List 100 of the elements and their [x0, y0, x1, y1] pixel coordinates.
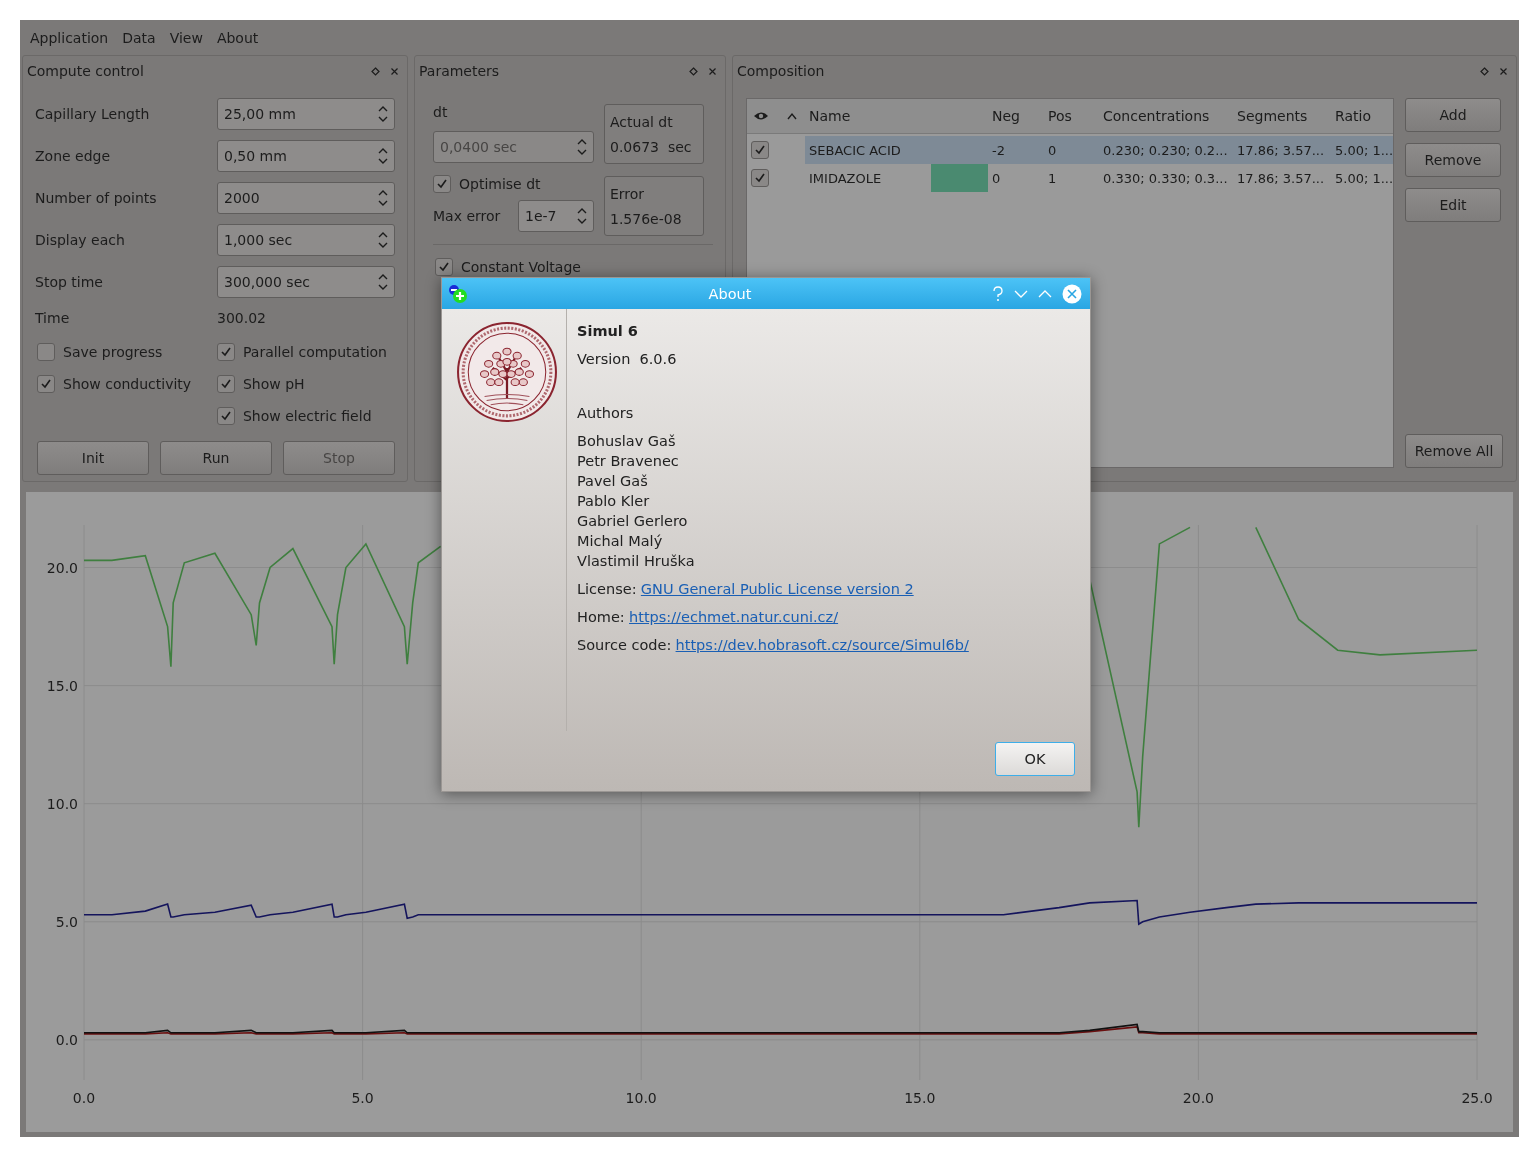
- close-icon[interactable]: [1062, 283, 1082, 304]
- column-header[interactable]: Pos: [1044, 108, 1099, 124]
- field-label: Display each: [35, 232, 126, 248]
- table-cell-text: 5.00; 1...: [1334, 142, 1394, 158]
- author-name: Bohuslav Gaš: [577, 433, 676, 449]
- push-button[interactable]: Remove All: [1405, 434, 1503, 468]
- author-name: Pavel Gaš: [577, 473, 648, 489]
- float-icon[interactable]: [689, 66, 698, 76]
- field-label: Zone edge: [35, 148, 112, 164]
- checkbox[interactable]: Show electric field: [217, 400, 372, 432]
- panel-title: Parameters: [419, 63, 501, 79]
- link[interactable]: https://dev.hobrasoft.cz/source/Simul6b/: [675, 637, 969, 653]
- spin-arrows-icon[interactable]: [378, 105, 388, 123]
- axis-tick-label: 15.0: [904, 1090, 936, 1106]
- table-row[interactable]: SEBACIC ACID -2 0 0.230; 0.230; 0.2... 17.86; 3.57... 5.00; 1...: [805, 136, 1394, 164]
- spin-field[interactable]: 1,000 sec: [217, 224, 395, 256]
- float-icon[interactable]: [1480, 66, 1489, 76]
- column-header[interactable]: Neg: [988, 108, 1044, 124]
- axis-tick-label: 0.0: [72, 1090, 96, 1106]
- app-icon: [448, 283, 468, 304]
- ok-button[interactable]: OK: [995, 742, 1075, 776]
- axis-tick-label: 20.0: [46, 559, 78, 576]
- axis-tick-label: 15.0: [46, 677, 78, 694]
- column-header[interactable]: Concentrations: [1099, 108, 1233, 124]
- help-icon[interactable]: [992, 285, 1004, 302]
- close-icon[interactable]: [1499, 66, 1508, 76]
- version-text: Version 6.0.6: [577, 351, 677, 367]
- link[interactable]: https://echmet.natur.cuni.cz/: [629, 609, 839, 625]
- checkbox[interactable]: Show pH: [217, 368, 305, 400]
- checkbox[interactable]: Optimise dt: [433, 168, 541, 200]
- spin-field[interactable]: 25,00 mm: [217, 98, 395, 130]
- table-cell-text: IMIDAZOLE: [808, 170, 883, 186]
- menu-item[interactable]: View: [163, 24, 209, 51]
- spin-field[interactable]: 2000: [217, 182, 395, 214]
- spin-field[interactable]: 300,000 sec: [217, 266, 395, 298]
- push-button[interactable]: Remove: [1405, 143, 1501, 177]
- close-icon[interactable]: [708, 66, 717, 76]
- panel-title: Compute control: [27, 63, 145, 79]
- sort-caret-icon: [787, 112, 797, 120]
- link[interactable]: GNU General Public License version 2: [640, 581, 914, 597]
- column-header[interactable]: Ratio: [1331, 108, 1393, 124]
- push-button[interactable]: Add: [1405, 98, 1501, 132]
- field-label: Time: [35, 310, 71, 326]
- spin-arrows-icon[interactable]: [577, 207, 587, 225]
- spin-arrows-icon[interactable]: [378, 189, 388, 207]
- spin-arrows-icon[interactable]: [378, 273, 388, 291]
- readout-label: Error: [610, 185, 646, 202]
- check-icon: [436, 178, 448, 190]
- table-cell-text: 0: [991, 170, 1002, 186]
- table-cell-text: 17.86; 3.57...: [1236, 142, 1326, 158]
- checkbox[interactable]: Save progress: [37, 336, 163, 368]
- eye-icon: [753, 110, 769, 122]
- table-cell-text: SEBACIC ACID: [808, 142, 902, 158]
- axis-tick-label: 10.0: [625, 1090, 657, 1106]
- column-header[interactable]: Segments: [1233, 108, 1331, 124]
- axis-tick-label: 0.0: [55, 1031, 78, 1048]
- readout-value: 1.576e-08: [610, 210, 683, 227]
- push-button[interactable]: Edit: [1405, 188, 1501, 222]
- check-icon: [220, 410, 232, 422]
- axis-tick-label: 5.0: [55, 913, 78, 930]
- field-label: dt: [433, 104, 449, 122]
- author-name: Pablo Kler: [577, 493, 650, 509]
- table-cell-text: 0.330; 0.330; 0.3...: [1102, 170, 1229, 186]
- float-icon[interactable]: [371, 66, 380, 76]
- menu-item[interactable]: About: [210, 24, 265, 51]
- menu-item[interactable]: Application: [24, 24, 115, 51]
- spin-arrows-icon[interactable]: [378, 231, 388, 249]
- table-cell-text: -2: [991, 142, 1006, 158]
- push-button[interactable]: Init: [37, 441, 149, 475]
- readout-label: Actual dt: [610, 113, 674, 130]
- link-label: Home:: [577, 609, 625, 625]
- column-header[interactable]: Name: [805, 108, 931, 124]
- minimize-icon[interactable]: [1014, 288, 1028, 299]
- menu-item[interactable]: Data: [116, 24, 162, 51]
- panel-title: Composition: [737, 63, 826, 79]
- authors-heading: Authors: [577, 405, 634, 421]
- checkbox[interactable]: Parallel computation: [217, 336, 387, 368]
- table-row[interactable]: IMIDAZOLE 0 1 0.330; 0.330; 0.3... 17.86; 3.57... 5.00; 1...: [805, 164, 1394, 192]
- field-label: Capillary Length: [35, 106, 151, 122]
- checkbox[interactable]: Constant Voltage: [435, 251, 581, 283]
- time-value: 300.02: [217, 310, 267, 326]
- table-cell-text: 1: [1047, 170, 1058, 186]
- field-label: Max error: [433, 208, 501, 224]
- axis-tick-label: 5.0: [351, 1090, 374, 1106]
- axis-tick-label: 25.0: [1461, 1090, 1493, 1106]
- link-label: Source code:: [577, 637, 672, 653]
- spin-arrows-icon[interactable]: [378, 147, 388, 165]
- author-name: Petr Bravenec: [577, 453, 679, 469]
- checkbox[interactable]: Show conductivity: [37, 368, 192, 400]
- close-icon[interactable]: [390, 66, 399, 76]
- check-icon: [438, 261, 450, 273]
- field-label: Number of points: [35, 190, 158, 206]
- maximize-icon[interactable]: [1038, 288, 1052, 299]
- table-cell-text: 5.00; 1...: [1334, 170, 1394, 186]
- check-icon: [754, 172, 766, 184]
- spin-field[interactable]: 1e-7: [518, 200, 594, 232]
- dialog-title: About: [707, 285, 753, 302]
- author-name: Gabriel Gerlero: [577, 513, 688, 529]
- spin-field[interactable]: 0,50 mm: [217, 140, 395, 172]
- push-button[interactable]: Run: [160, 441, 272, 475]
